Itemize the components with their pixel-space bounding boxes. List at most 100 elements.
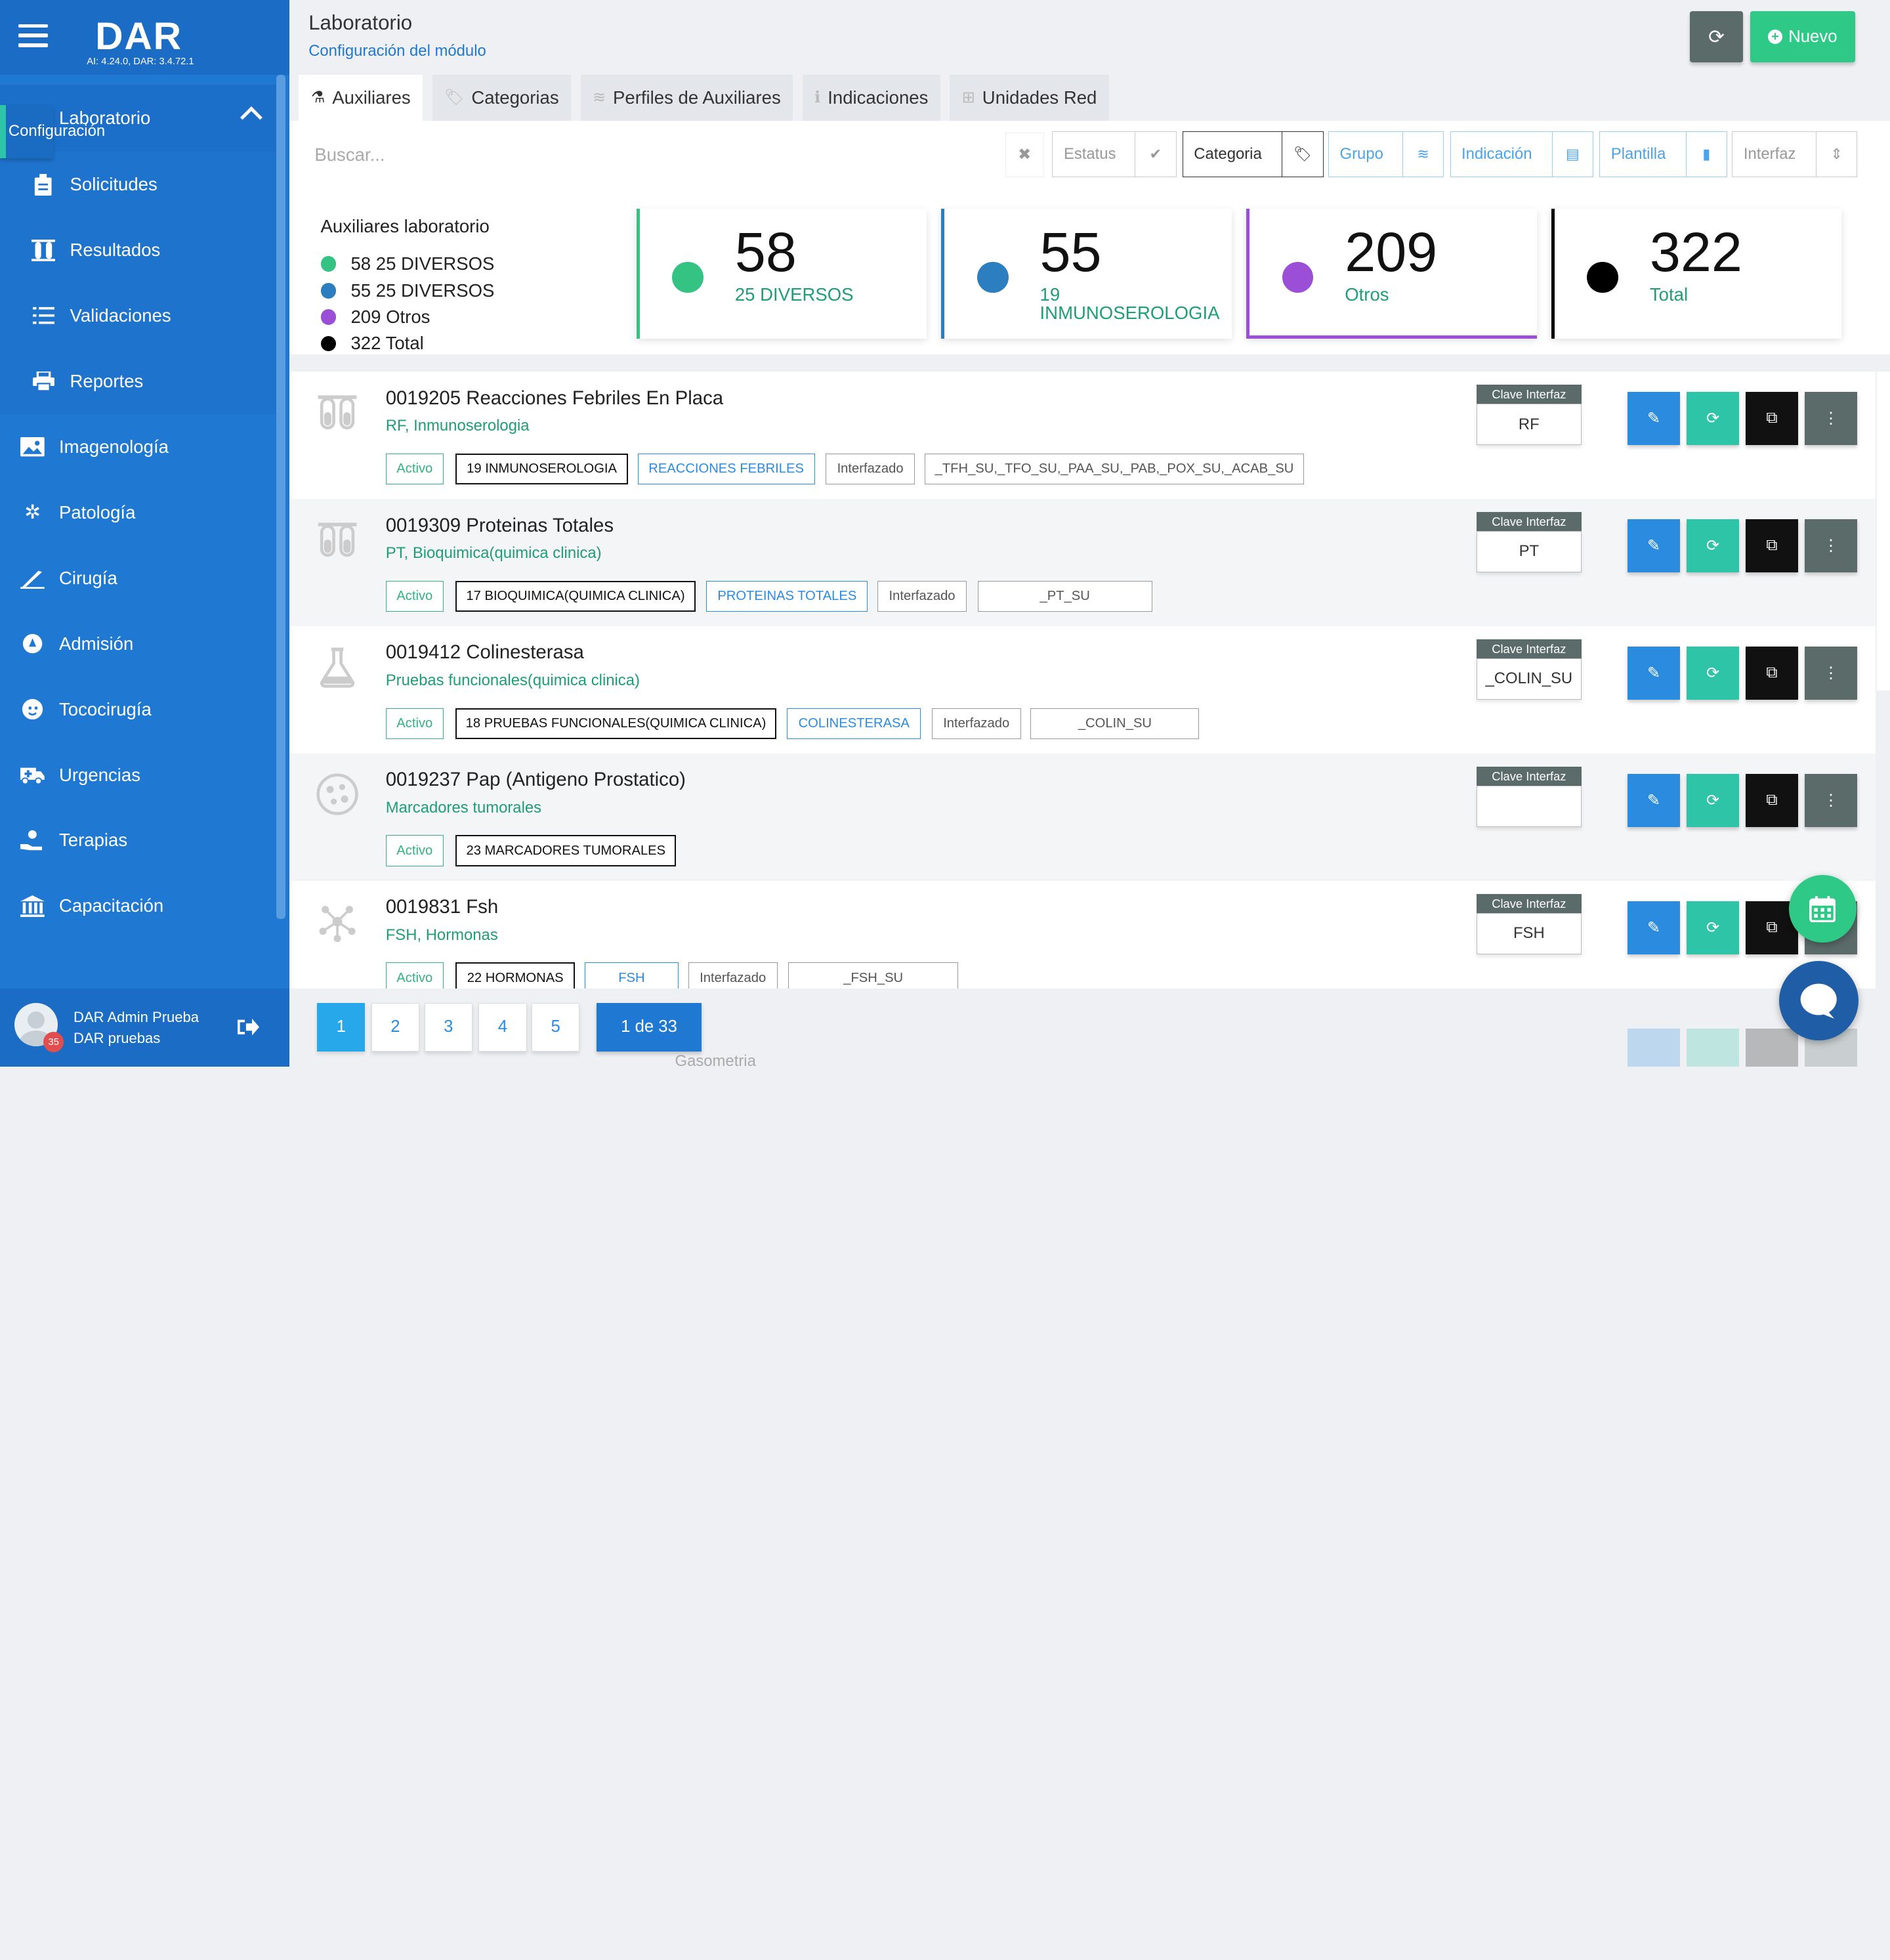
sidebar-item-solicitudes[interactable]: Solicitudes [0,152,276,218]
item-name[interactable]: 0019831 Fsh [386,896,499,918]
chat-button[interactable] [1778,960,1859,1041]
status-badge: Activo [385,580,444,612]
peek-external-button [1745,1028,1799,1067]
refresh-icon: ⟳ [1708,26,1725,48]
sidebar-item-resultados[interactable]: Resultados [0,217,276,284]
edit-button[interactable]: ✎ [1627,901,1681,954]
item-name[interactable]: 0019205 Reacciones Febriles En Placa [386,387,723,410]
sidebar-item-validaciones[interactable]: Validaciones [0,283,276,349]
flask-icon: ⚗ [310,89,326,107]
filter-grupo[interactable]: Grupo ≋ [1328,131,1444,177]
edit-button[interactable]: ✎ [1627,519,1681,572]
open-external-button[interactable]: ⧉ [1745,646,1799,700]
category-tag: 17 BIOQUIMICA(QUIMICA CLINICA) [455,580,696,612]
sidebar-item-tococirugia[interactable]: Tococirugía [0,677,276,742]
hamburger-menu-icon[interactable] [18,24,49,49]
edit-button[interactable]: ✎ [1627,773,1681,827]
open-external-button[interactable]: ⧉ [1745,773,1799,827]
open-external-button[interactable]: ⧉ [1745,519,1799,572]
logout-icon[interactable] [237,1017,259,1042]
item-category: PT, Bioquimica(quimica clinica) [385,544,602,563]
sync-icon: ⟳ [1706,791,1719,809]
baby-icon [19,696,45,722]
stat-card[interactable]: 209 Otros [1246,208,1537,339]
tab-unidades-red[interactable]: ⊞ Unidades Red [950,74,1109,121]
page-4-button[interactable]: 4 [478,1003,527,1052]
clear-search-icon[interactable]: ✖ [1005,133,1044,177]
sidebar-item-terapias[interactable]: Terapias [0,807,276,873]
status-badge: Activo [385,962,444,989]
edit-button[interactable]: ✎ [1627,646,1681,700]
search-input[interactable]: Buscar... [314,144,385,165]
virus-icon: ✲ [24,501,41,524]
filter-categoria[interactable]: Categoria 🏷 [1182,131,1324,177]
list-item[interactable]: 0019309 Proteinas Totales PT, Bioquimica… [289,498,1876,626]
sync-button[interactable]: ⟳ [1686,901,1740,954]
item-name[interactable]: 0019237 Pap (Antigeno Prostatico) [386,769,686,791]
edit-button[interactable]: ✎ [1627,391,1681,445]
chevron-up-icon[interactable] [240,106,262,129]
filter-interfaz[interactable]: Interfaz ⇕ [1732,131,1858,177]
sync-icon: ⟳ [1706,664,1719,682]
sidebar-item-capacitacion[interactable]: Capacitación [0,873,276,939]
external-link-icon: ⧉ [1766,918,1778,937]
calendar-icon [1809,895,1836,923]
new-button[interactable]: + Nuevo [1750,11,1855,63]
list-item[interactable]: 0019831 Fsh FSH, Hormonas Activo 22 HORM… [289,880,1876,989]
calendar-button[interactable] [1788,875,1857,943]
refresh-button[interactable]: ⟳ [1690,11,1743,63]
sidebar-item-label: Cirugía [58,567,117,588]
layers-icon: ≋ [1402,132,1443,177]
status-badge: Activo [385,708,444,740]
more-options-button[interactable]: ⋮ [1804,391,1858,445]
page-total-button[interactable]: 1 de 33 [597,1003,702,1052]
codes-tag: _PT_SU [977,580,1152,612]
test-tubes-icon [316,518,359,561]
tab-perfiles[interactable]: ≋ Perfiles de Auxiliares [580,74,793,121]
sidebar-item-urgencias[interactable]: Urgencias [0,742,276,808]
tab-auxiliares[interactable]: ⚗ Auxiliares [299,74,423,121]
more-options-button[interactable]: ⋮ [1804,646,1858,700]
sidebar-item-cirugia[interactable]: Cirugía [0,545,276,611]
list-item[interactable]: 0019237 Pap (Antigeno Prostatico) Marcad… [289,753,1876,881]
stat-card[interactable]: 58 25 DIVERSOS [636,208,927,339]
sidebar-item-reportes[interactable]: Reportes [0,349,276,415]
sidebar-item-configuracion[interactable]: ⚙Configuración [0,104,105,158]
sync-button[interactable]: ⟳ [1686,519,1740,572]
stat-card[interactable]: 322 Total [1551,208,1842,339]
sidebar-item-admision[interactable]: Admisión [0,611,276,677]
list-item[interactable]: 0019412 Colinesterasa Pruebas funcionale… [289,626,1876,754]
open-external-button[interactable]: ⧉ [1745,391,1799,445]
page-2-button[interactable]: 2 [371,1003,420,1052]
sync-button[interactable]: ⟳ [1686,773,1740,827]
stat-card[interactable]: 55 19 INMUNOSEROLOGIA [941,208,1232,339]
sidebar-item-patologia[interactable]: ✲ Patología [0,480,276,545]
sidebar-item-imagenologia[interactable]: Imagenología [0,414,276,480]
tab-categorias[interactable]: 🏷 Categorias [432,74,571,121]
notification-badge[interactable]: 35 [43,1032,64,1053]
interface-tag: Interfazado [826,453,915,485]
sidebar-item-label: Reportes [70,371,144,392]
filter-indicacion[interactable]: Indicación ▤ [1450,131,1594,177]
page-3-button[interactable]: 3 [424,1003,472,1052]
tab-indicaciones[interactable]: ℹ Indicaciones [802,74,940,121]
pagination: Gasometria 1 2 3 4 5 1 de 33 [289,989,1890,1067]
ellipsis-vertical-icon: ⋮ [1822,791,1839,809]
more-options-button[interactable]: ⋮ [1804,519,1858,572]
item-name[interactable]: 0019412 Colinesterasa [386,641,584,664]
page-5-button[interactable]: 5 [531,1003,580,1052]
filter-plantilla[interactable]: Plantilla ▮ [1599,131,1727,177]
list-item[interactable]: 0019205 Reacciones Febriles En Placa RF,… [289,371,1876,499]
filter-estatus[interactable]: Estatus ✔ [1052,131,1177,177]
page-subtitle[interactable]: Configuración del módulo [308,42,486,60]
sidebar-scrollbar[interactable] [276,74,286,919]
list-scrollbar[interactable] [1876,371,1890,691]
more-options-button[interactable]: ⋮ [1804,773,1858,827]
checklist-icon [30,303,56,329]
sync-button[interactable]: ⟳ [1686,646,1740,700]
file-icon: ▮ [1685,132,1727,177]
sidebar-item-label: Resultados [70,240,161,261]
item-name[interactable]: 0019309 Proteinas Totales [386,515,614,537]
sync-button[interactable]: ⟳ [1686,391,1740,445]
page-1-button[interactable]: 1 [317,1003,366,1052]
